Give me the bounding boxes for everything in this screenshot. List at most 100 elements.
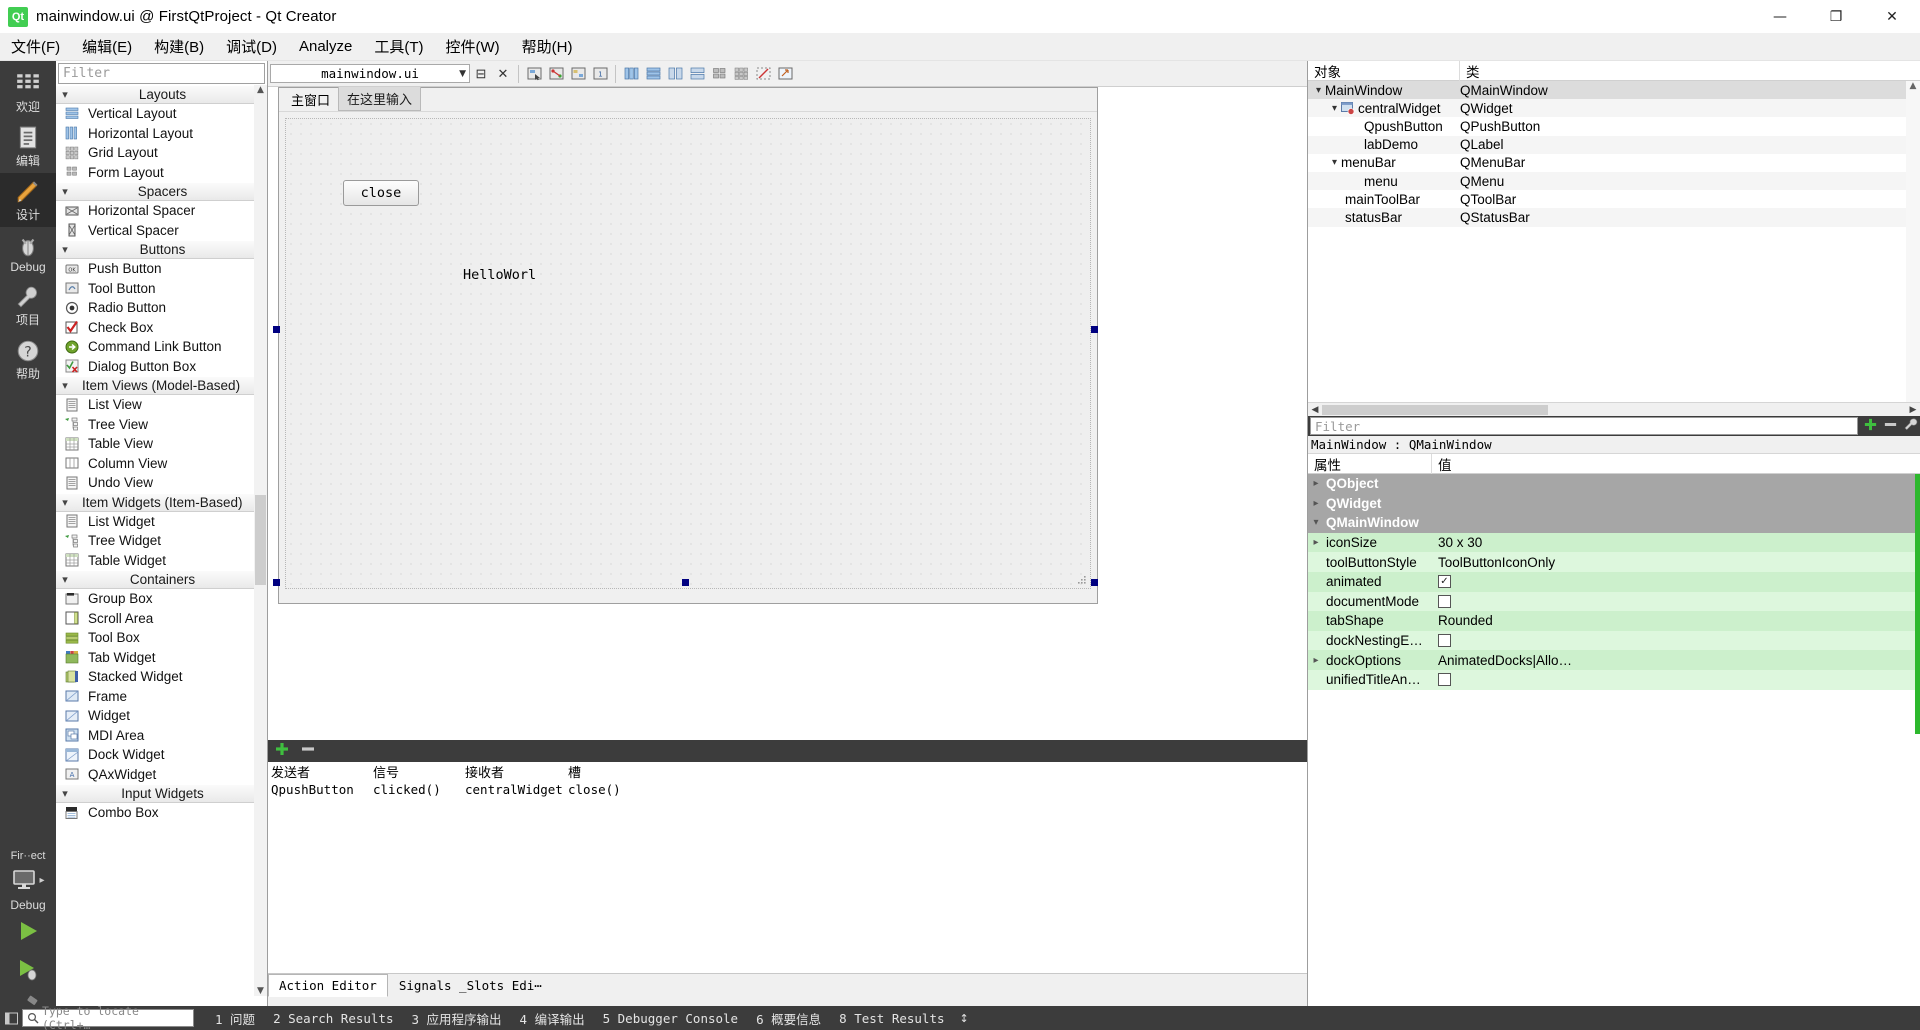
widget-box-list[interactable]: ▾ Layouts Vertical Layout Horizontal Lay… bbox=[56, 85, 267, 1013]
widget-box-scrollbar[interactable]: ▲ ▼ bbox=[254, 85, 267, 996]
property-value[interactable]: 30 x 30 bbox=[1432, 535, 1920, 550]
output-pane-application-output[interactable]: 3 应用程序输出 bbox=[402, 1009, 510, 1028]
widget-item-horizontal-spacer[interactable]: Horizontal Spacer bbox=[56, 201, 267, 221]
widget-item-check-box[interactable]: Check Box bbox=[56, 318, 267, 338]
edit-tab-order-icon[interactable]: 1 bbox=[589, 63, 611, 85]
widget-group-item-widgets[interactable]: ▾ Item Widgets (Item-Based) bbox=[56, 492, 267, 512]
remove-connection-button[interactable] bbox=[300, 741, 316, 762]
chevron-right-icon[interactable]: ▸ bbox=[1308, 537, 1324, 548]
mode-item-edit[interactable]: 编辑 bbox=[0, 119, 56, 173]
sidebar-toggle-icon[interactable] bbox=[0, 1006, 22, 1030]
widget-item-tool-button[interactable]: Tool Button bbox=[56, 279, 267, 299]
widget-item-form-layout[interactable]: Form Layout bbox=[56, 163, 267, 183]
column-header-value[interactable]: 值 bbox=[1432, 454, 1920, 474]
widget-item-grid-layout[interactable]: Grid Layout bbox=[56, 143, 267, 163]
break-layout-icon[interactable] bbox=[752, 63, 774, 85]
tab-signals-slots-editor[interactable]: Signals _Slots Edi⋯ bbox=[388, 974, 553, 997]
column-header-class[interactable]: 类 bbox=[1460, 61, 1920, 81]
widget-item-dialog-button-box[interactable]: Dialog Button Box bbox=[56, 357, 267, 377]
debug-button[interactable] bbox=[0, 950, 56, 988]
object-row-labdemo[interactable]: labDemo QLabel bbox=[1308, 135, 1920, 154]
resize-grip-icon[interactable] bbox=[1076, 574, 1088, 586]
property-row-documentmode[interactable]: documentMode bbox=[1308, 591, 1920, 612]
selection-handle-bottom-left[interactable] bbox=[273, 579, 280, 586]
form-main-window[interactable]: 主窗口 在这里输入 close HelloWorl bbox=[278, 87, 1098, 604]
form-central-widget[interactable]: close HelloWorl bbox=[285, 118, 1091, 589]
scroll-right-arrow-icon[interactable]: ▶ bbox=[1906, 405, 1920, 415]
widget-item-push-button[interactable]: OK Push Button bbox=[56, 259, 267, 279]
widget-item-table-widget[interactable]: Table Widget bbox=[56, 551, 267, 571]
hscroll-track[interactable] bbox=[1322, 403, 1906, 416]
open-file-combo[interactable]: mainwindow.ui ▼ bbox=[270, 64, 470, 83]
selection-handle-bottom-right[interactable] bbox=[1091, 579, 1098, 586]
run-button[interactable] bbox=[0, 912, 56, 950]
property-editor-scroll-indicator[interactable] bbox=[1915, 474, 1920, 734]
widget-item-tree-widget[interactable]: Tree Widget bbox=[56, 531, 267, 551]
locator-input[interactable]: Type to locate (Ctrl+… bbox=[22, 1004, 194, 1030]
add-property-button[interactable] bbox=[1860, 417, 1880, 435]
chevron-right-icon[interactable]: ▸ bbox=[1308, 498, 1324, 509]
property-row-animated[interactable]: animated ✓ bbox=[1308, 571, 1920, 592]
widget-item-tab-widget[interactable]: Tab Widget bbox=[56, 648, 267, 668]
edit-signals-slots-icon[interactable] bbox=[545, 63, 567, 85]
column-header-signal[interactable]: 信号 bbox=[370, 762, 462, 781]
menu-item-debug[interactable]: 调试(D) bbox=[215, 33, 288, 60]
selection-handle-mid-right[interactable] bbox=[1091, 326, 1098, 333]
output-pane-updown-icon[interactable]: ↕ bbox=[960, 1012, 969, 1025]
widget-group-containers[interactable]: ▾ Containers bbox=[56, 570, 267, 589]
widget-group-layouts[interactable]: ▾ Layouts bbox=[56, 85, 267, 104]
object-row-qpushbutton[interactable]: QpushButton QPushButton bbox=[1308, 117, 1920, 135]
property-value[interactable]: AnimatedDocks|Allo… bbox=[1432, 653, 1920, 668]
property-row-toolbuttonstyle[interactable]: toolButtonStyle ToolButtonIconOnly bbox=[1308, 552, 1920, 572]
property-filter-input[interactable]: Filter bbox=[1310, 417, 1858, 435]
mode-item-welcome[interactable]: 欢迎 bbox=[0, 65, 56, 119]
chevron-right-icon[interactable]: ▸ bbox=[1308, 655, 1324, 666]
scroll-up-arrow-icon[interactable]: ▲ bbox=[254, 85, 267, 95]
scroll-down-arrow-icon[interactable]: ▼ bbox=[254, 986, 267, 996]
form-menu-placeholder[interactable]: 在这里输入 bbox=[338, 87, 422, 111]
object-row-maintoolbar[interactable]: mainToolBar QToolBar bbox=[1308, 190, 1920, 208]
widget-item-combo-box[interactable]: Combo Box bbox=[56, 803, 267, 823]
column-header-object[interactable]: 对象 bbox=[1308, 60, 1460, 81]
column-header-property[interactable]: 属性 bbox=[1308, 453, 1432, 474]
widget-item-group-box[interactable]: Group Box bbox=[56, 589, 267, 609]
widget-item-undo-view[interactable]: Undo View bbox=[56, 473, 267, 493]
column-header-sender[interactable]: 发送者 bbox=[268, 762, 370, 781]
widget-item-column-view[interactable]: Column View bbox=[56, 454, 267, 474]
output-pane-debugger-console[interactable]: 5 Debugger Console bbox=[594, 1011, 747, 1026]
close-button[interactable]: ✕ bbox=[1864, 0, 1920, 33]
mode-item-design[interactable]: 设计 bbox=[0, 173, 56, 227]
layout-in-splitter-h-icon[interactable] bbox=[664, 63, 686, 85]
split-editor-button[interactable]: ⊟ bbox=[470, 63, 492, 85]
menu-item-tools[interactable]: 工具(T) bbox=[363, 33, 434, 60]
hscroll-thumb[interactable] bbox=[1322, 404, 1548, 415]
remove-property-button[interactable] bbox=[1880, 417, 1900, 435]
menu-item-file[interactable]: 文件(F) bbox=[0, 33, 71, 60]
property-editor-rows[interactable]: ▸ QObject ▸ QWidget ▾ QMainWindow ▸ iconSize… bbox=[1308, 474, 1920, 690]
property-checkbox-documentmode[interactable] bbox=[1438, 594, 1451, 608]
object-row-mainwindow[interactable]: ▾ MainWindow QMainWindow bbox=[1308, 81, 1920, 100]
form-push-button-close[interactable]: close bbox=[343, 180, 419, 206]
widget-item-widget[interactable]: Widget bbox=[56, 706, 267, 726]
widget-item-tree-view[interactable]: Tree View bbox=[56, 415, 267, 435]
edit-buddies-icon[interactable] bbox=[567, 63, 589, 85]
output-pane-compile-output[interactable]: 4 编译输出 bbox=[511, 1009, 594, 1028]
property-row-docknestingenabled[interactable]: dockNestingE… bbox=[1308, 630, 1920, 651]
mode-item-help[interactable]: ? 帮助 bbox=[0, 332, 56, 386]
widget-item-list-view[interactable]: List View bbox=[56, 395, 267, 415]
property-checkbox-docknesting[interactable] bbox=[1438, 634, 1451, 648]
selection-handle-bottom-center[interactable] bbox=[682, 579, 689, 586]
widget-item-tool-box[interactable]: Tool Box bbox=[56, 628, 267, 648]
widget-box-scroll-thumb[interactable] bbox=[255, 495, 266, 585]
mode-item-projects[interactable]: 项目 bbox=[0, 278, 56, 332]
widget-item-vertical-spacer[interactable]: Vertical Spacer bbox=[56, 221, 267, 241]
widget-group-item-views[interactable]: ▾ Item Views (Model-Based) bbox=[56, 376, 267, 395]
adjust-size-icon[interactable] bbox=[774, 63, 796, 85]
property-row-unifiedtitleandtoolbar[interactable]: unifiedTitleAn… bbox=[1308, 669, 1920, 690]
property-row-dockoptions[interactable]: ▸ dockOptions AnimatedDocks|Allo… bbox=[1308, 650, 1920, 670]
selection-handle-mid-left[interactable] bbox=[273, 326, 280, 333]
form-label-labdemo[interactable]: HelloWorl bbox=[463, 267, 536, 283]
form-menu-bar[interactable]: 主窗口 在这里输入 bbox=[279, 87, 1097, 112]
close-editor-button[interactable]: ✕ bbox=[492, 63, 514, 85]
chevron-down-icon[interactable]: ▾ bbox=[1308, 517, 1324, 528]
